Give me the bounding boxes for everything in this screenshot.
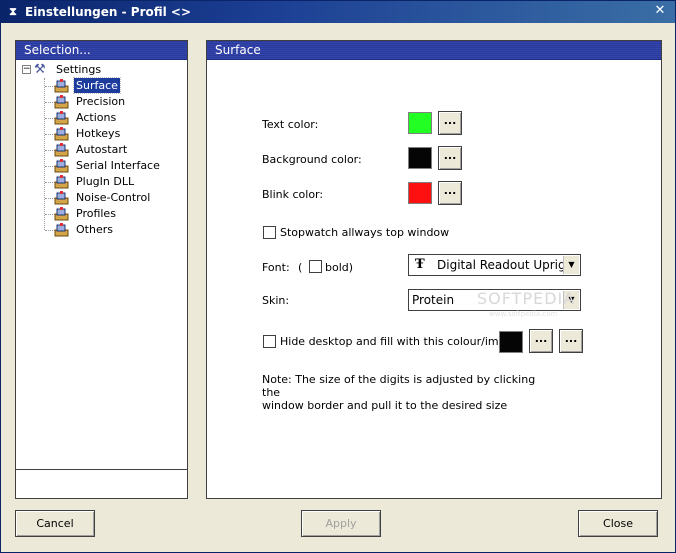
selection-panel: Selection... − ⚒ Settings Surface Precis… — [15, 40, 188, 499]
text-color-picker-button[interactable]: ... — [438, 111, 462, 135]
watermark: SOFTPEDIA — [477, 289, 576, 308]
settings-dialog: ⧗ Einstellungen - Profil <> ✕ Selection.… — [0, 0, 676, 553]
app-icon: ⧗ — [9, 5, 17, 18]
tree-item-others[interactable]: Others — [20, 222, 187, 238]
tree-item-label: PlugIn DLL — [76, 175, 135, 188]
settings-node-icon — [54, 159, 70, 173]
size-note-line-2: window border and pull it to the desired… — [262, 399, 508, 412]
tree-item-autostart[interactable]: Autostart — [20, 142, 187, 158]
font-paren: ( — [298, 261, 303, 274]
tree-item-label: Hotkeys — [76, 127, 121, 140]
blink-color-swatch — [408, 182, 432, 204]
dropdown-arrow-icon[interactable]: ▼ — [563, 256, 579, 274]
tree-item-label: Others — [76, 223, 113, 236]
tree-item-precision[interactable]: Precision — [20, 94, 187, 110]
selection-panel-header: Selection... — [16, 41, 187, 60]
background-color-label: Background color: — [262, 153, 362, 166]
tree-item-label: Precision — [76, 95, 126, 108]
hide-desktop-label: Hide desktop and fill with this colour/i… — [280, 335, 523, 348]
blink-color-label: Blink color: — [262, 188, 324, 201]
font-label: Font: — [262, 261, 290, 274]
tools-icon: ⚒ — [34, 62, 46, 77]
tree-item-label: Actions — [76, 111, 117, 124]
settings-node-icon — [54, 207, 70, 221]
bold-checkbox[interactable] — [309, 260, 322, 273]
tree-item-label: Profiles — [76, 207, 116, 220]
close-window-button[interactable]: ✕ — [653, 4, 667, 18]
title-bar[interactable]: ⧗ Einstellungen - Profil <> ✕ — [1, 1, 675, 23]
cancel-button[interactable]: Cancel — [15, 510, 95, 537]
tree-item-hotkeys[interactable]: Hotkeys — [20, 126, 187, 142]
surface-panel-header: Surface — [207, 41, 661, 60]
stopwatch-top-label: Stopwatch allways top window — [280, 226, 450, 239]
settings-node-icon — [54, 95, 70, 109]
tree-item-noise-control[interactable]: Noise-Control — [20, 190, 187, 206]
stopwatch-top-checkbox[interactable] — [263, 226, 276, 239]
size-note: Note: The size of the digits is adjusted… — [262, 373, 542, 412]
settings-node-icon — [54, 191, 70, 205]
size-note-line-1: Note: The size of the digits is adjusted… — [262, 373, 536, 399]
surface-panel: Surface Text color: ... Background color… — [206, 40, 662, 499]
hide-desktop-color-swatch — [499, 331, 523, 353]
text-color-label: Text color: — [262, 118, 319, 131]
truetype-font-icon: Ŧ — [415, 257, 425, 272]
hide-desktop-color-button[interactable]: ... — [529, 329, 553, 353]
skin-select-value: Protein — [412, 293, 455, 307]
collapse-icon[interactable]: − — [22, 65, 31, 74]
settings-node-icon — [54, 79, 70, 93]
tree-item-surface[interactable]: Surface — [20, 77, 187, 94]
tree-item-profiles[interactable]: Profiles — [20, 206, 187, 222]
tree-item-label: Noise-Control — [76, 191, 151, 204]
bold-label: bold) — [325, 261, 354, 274]
tree-item-serial-interface[interactable]: Serial Interface — [20, 158, 187, 174]
settings-node-icon — [54, 175, 70, 189]
settings-node-icon — [54, 111, 70, 125]
hide-desktop-image-button[interactable]: ... — [559, 329, 583, 353]
watermark-url: www.softpedia.com — [489, 310, 558, 318]
settings-tree: − ⚒ Settings Surface Precision Actions H… — [20, 62, 187, 238]
blink-color-picker-button[interactable]: ... — [438, 181, 462, 205]
tree-root-label: Settings — [56, 63, 102, 76]
font-select[interactable]: Ŧ Digital Readout Upright ▼ — [408, 254, 581, 276]
settings-node-icon — [54, 223, 70, 237]
panel-divider — [16, 469, 187, 470]
tree-item-label: Serial Interface — [76, 159, 160, 172]
apply-button[interactable]: Apply — [301, 510, 381, 537]
tree-item-actions[interactable]: Actions — [20, 110, 187, 126]
font-select-value: Digital Readout Upright — [437, 258, 578, 272]
tree-item-label: Autostart — [76, 143, 128, 156]
tree-root-settings[interactable]: − ⚒ Settings — [20, 62, 187, 78]
window-title: Einstellungen - Profil <> — [25, 5, 192, 19]
tree-item-label: Surface — [73, 77, 121, 94]
background-color-picker-button[interactable]: ... — [438, 146, 462, 170]
text-color-swatch — [408, 112, 432, 134]
background-color-swatch — [408, 147, 432, 169]
tree-item-plugin-dll[interactable]: PlugIn DLL — [20, 174, 187, 190]
settings-node-icon — [54, 143, 70, 157]
settings-node-icon — [54, 127, 70, 141]
close-button[interactable]: Close — [578, 510, 658, 537]
skin-label: Skin: — [262, 294, 290, 307]
hide-desktop-checkbox[interactable] — [263, 335, 276, 348]
